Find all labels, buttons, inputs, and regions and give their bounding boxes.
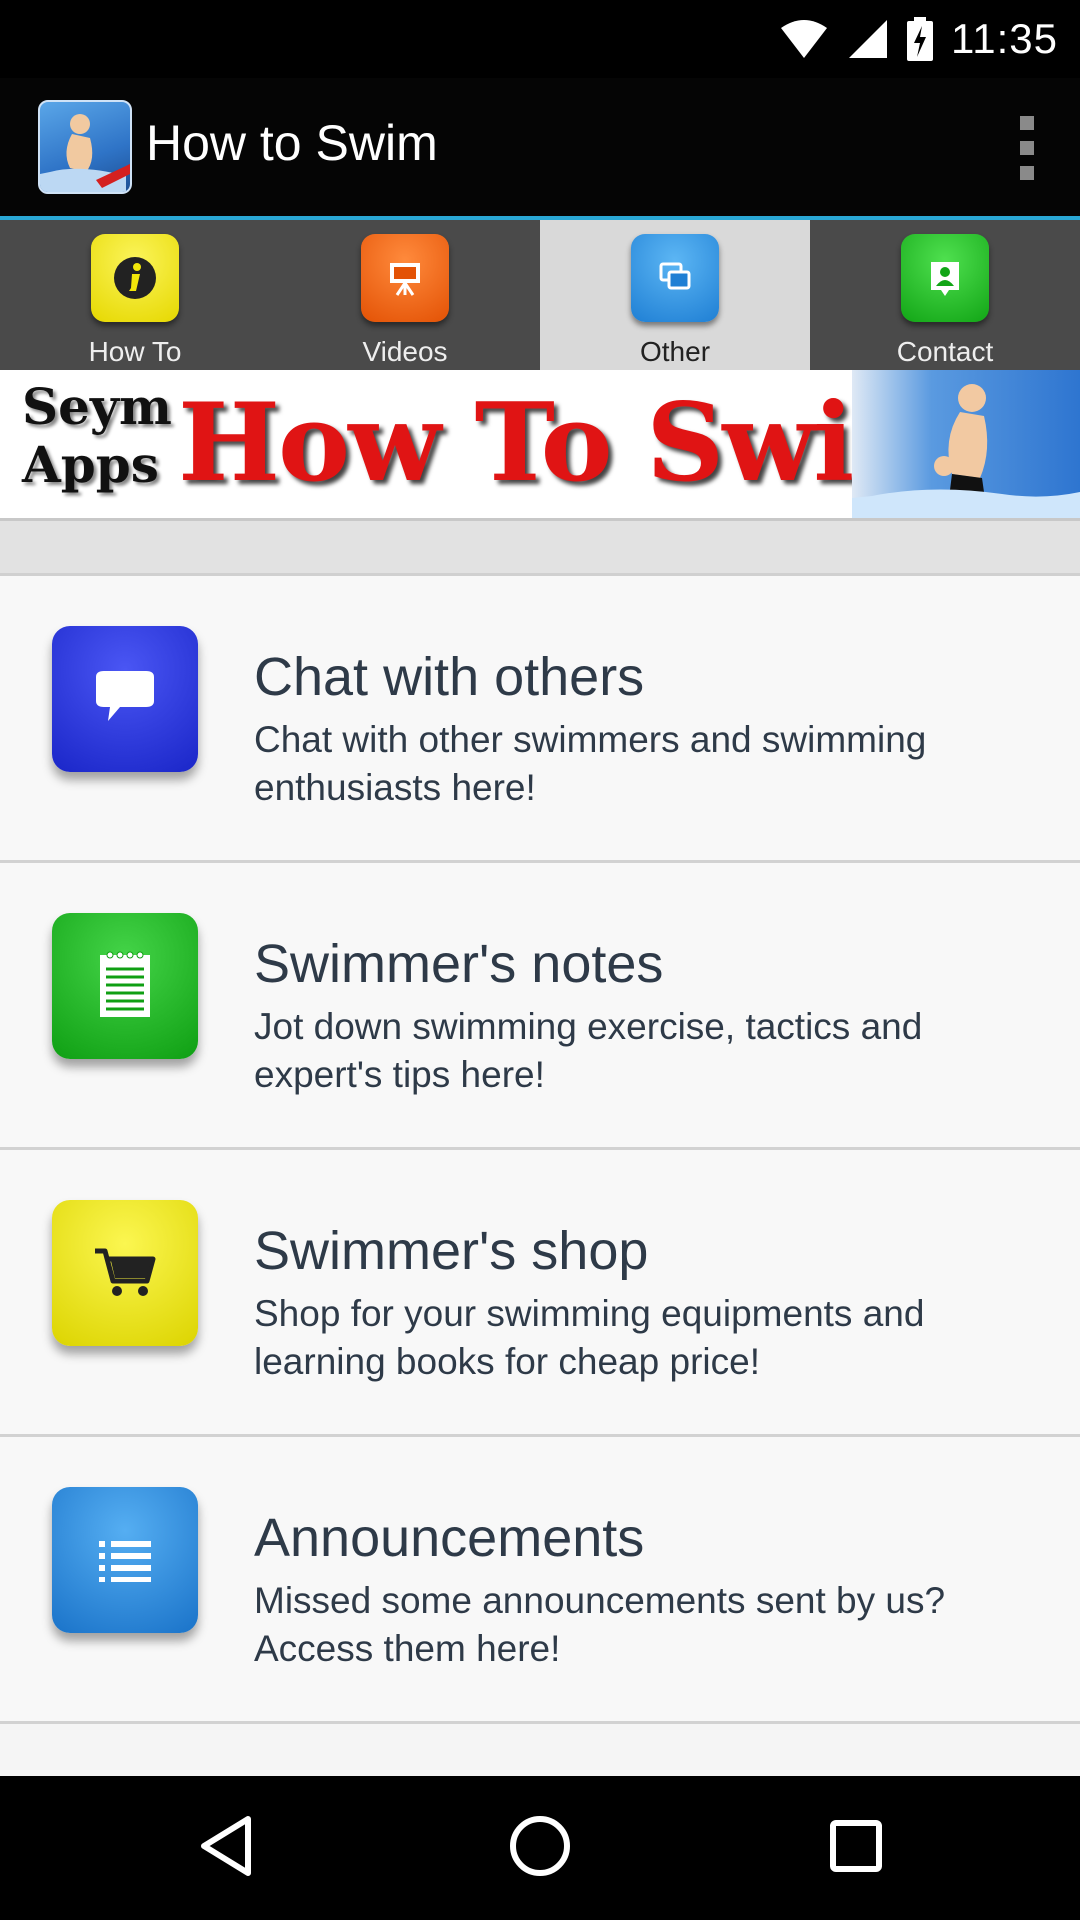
- navigation-bar: [0, 1776, 1080, 1920]
- action-bar: How to Swim: [0, 78, 1080, 216]
- overflow-dot: [1020, 166, 1034, 180]
- banner: Seym Apps How To Swim: [0, 370, 1080, 518]
- item-title: Swimmer's shop: [254, 1221, 649, 1281]
- swimmer-illustration: [852, 370, 1080, 518]
- item-description: Jot down swimming exercise, tactics and …: [254, 1006, 923, 1095]
- separator-band: [0, 518, 1080, 576]
- banner-brand-line: Seym: [22, 377, 172, 436]
- banner-brand-line: Apps: [22, 435, 159, 494]
- status-time: 11:35: [951, 15, 1058, 62]
- notepad-icon: [52, 913, 198, 1059]
- windows-icon: [631, 234, 719, 322]
- tab-how-to[interactable]: How To: [0, 220, 270, 370]
- list-item-notes[interactable]: Swimmer's notes Jot down swimming exerci…: [0, 863, 1080, 1150]
- contact-icon: [901, 234, 989, 322]
- banner-brand: Seym Apps: [22, 378, 172, 494]
- cart-icon: [52, 1200, 198, 1346]
- item-title: Announcements: [254, 1508, 645, 1568]
- overflow-menu-button[interactable]: [1014, 116, 1040, 180]
- overflow-dot: [1020, 116, 1034, 130]
- tab-videos[interactable]: Videos: [270, 220, 540, 370]
- banner-title: How To Swim: [178, 380, 967, 506]
- presentation-icon: [361, 234, 449, 322]
- home-icon: [510, 1816, 570, 1876]
- item-description: Missed some announcements sent by us? Ac…: [254, 1580, 946, 1669]
- list-item-chat[interactable]: Chat with others Chat with other swimmer…: [0, 576, 1080, 863]
- tab-label: Contact: [896, 336, 994, 367]
- recents-icon: [830, 1820, 882, 1872]
- app-logo-icon: [38, 100, 132, 194]
- item-description: Chat with other swimmers and swimming en…: [254, 719, 927, 808]
- recents-button[interactable]: [816, 1806, 896, 1886]
- tab-contact[interactable]: Contact: [810, 220, 1080, 370]
- list-item-announcements[interactable]: Announcements Missed some announcements …: [0, 1437, 1080, 1724]
- cell-signal-icon: [849, 20, 887, 58]
- tab-label: How To: [88, 336, 182, 367]
- item-description: Shop for your swimming equipments and le…: [254, 1293, 925, 1382]
- content-list: Chat with others Chat with other swimmer…: [0, 518, 1080, 1776]
- chat-icon: [52, 626, 198, 772]
- wifi-icon: [781, 20, 827, 58]
- back-icon: [201, 1816, 251, 1876]
- info-icon: [91, 234, 179, 322]
- tab-other[interactable]: Other: [540, 220, 810, 370]
- overflow-dot: [1020, 141, 1034, 155]
- home-button[interactable]: [500, 1806, 580, 1886]
- item-title: Swimmer's notes: [254, 934, 664, 994]
- tab-bar: How To Videos Other Contact: [0, 216, 1080, 370]
- back-button[interactable]: [186, 1806, 266, 1886]
- list-item-shop[interactable]: Swimmer's shop Shop for your swimming eq…: [0, 1150, 1080, 1437]
- list-icon: [52, 1487, 198, 1633]
- item-title: Chat with others: [254, 647, 645, 707]
- tab-label: Other: [639, 336, 711, 367]
- status-bar: 11:35: [0, 0, 1080, 78]
- app-title: How to Swim: [146, 115, 438, 171]
- status-icons: 11:35: [779, 12, 1058, 66]
- tab-label: Videos: [362, 336, 448, 367]
- battery-charging-icon: [907, 17, 933, 61]
